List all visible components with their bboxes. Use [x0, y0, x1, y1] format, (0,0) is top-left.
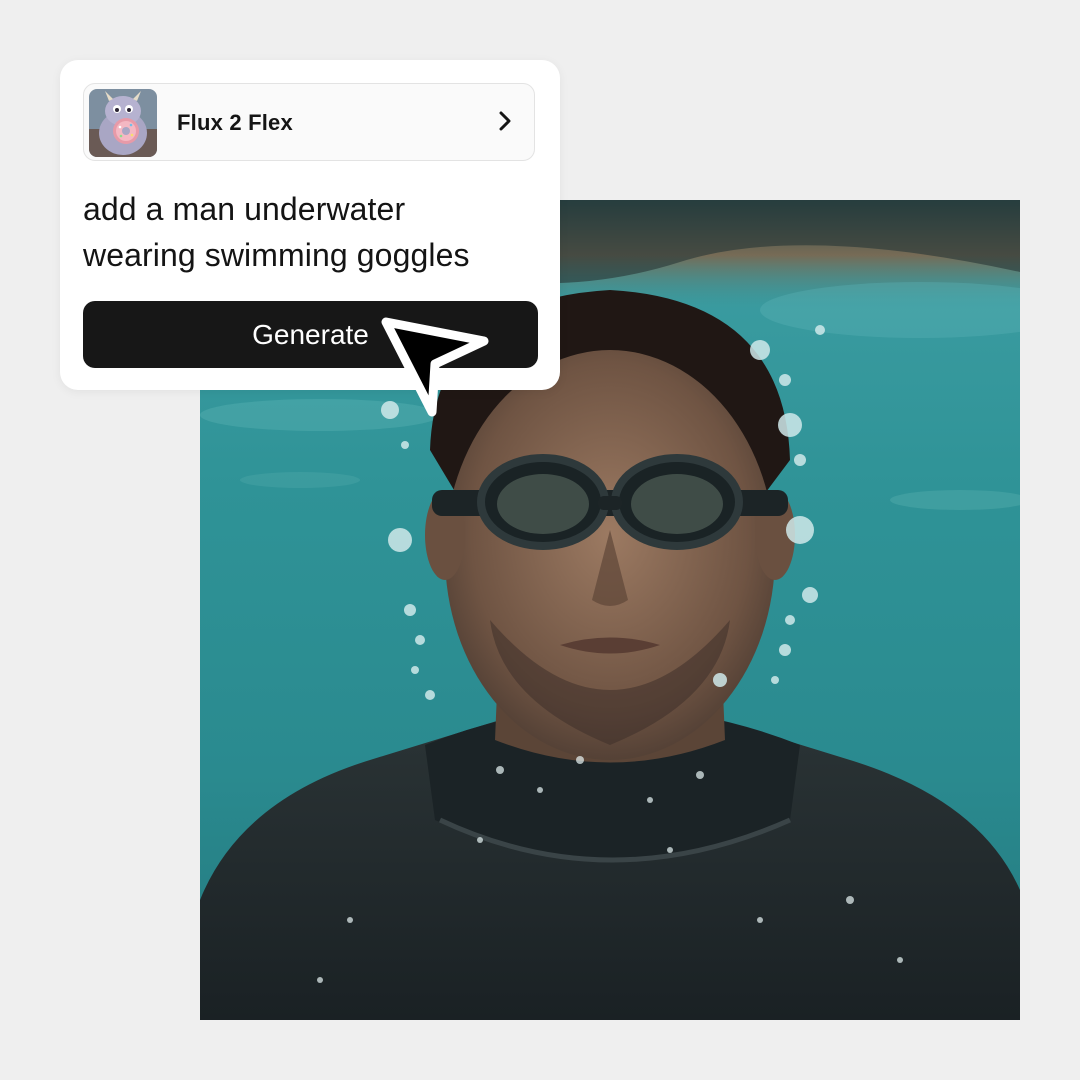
prompt-line-2: wearing swimming goggles [83, 237, 470, 273]
model-selector[interactable]: Flux 2 Flex [83, 83, 535, 161]
model-thumbnail-icon [89, 89, 157, 157]
pointer-arrow-icon [381, 317, 489, 417]
model-name: Flux 2 Flex [177, 110, 293, 135]
prompt-text[interactable]: add a man underwater wearing swimming go… [83, 186, 543, 278]
prompt-line-1: add a man underwater [83, 191, 406, 227]
chevron-right-icon [499, 111, 511, 131]
